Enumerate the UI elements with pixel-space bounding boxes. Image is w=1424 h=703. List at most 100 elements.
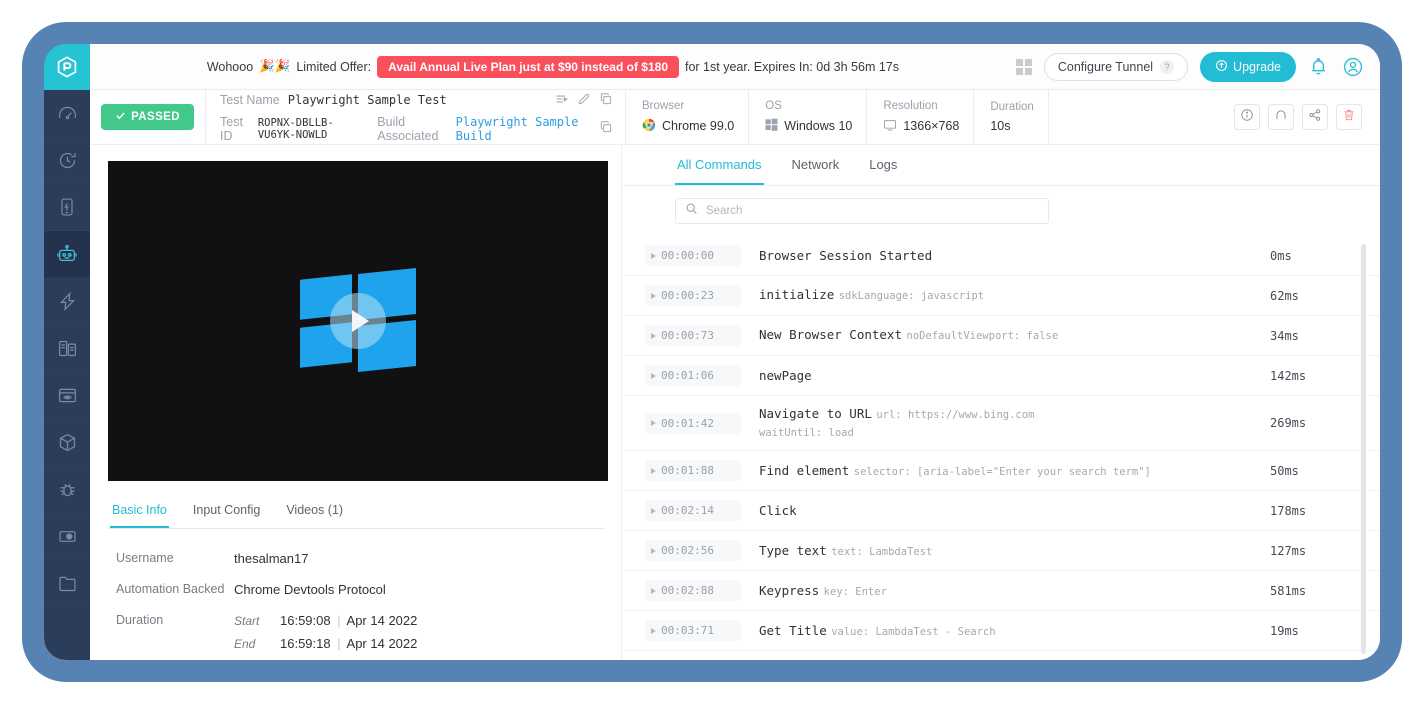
duration-meta-cell: Duration 10s	[974, 90, 1048, 144]
search-input[interactable]	[706, 205, 1039, 217]
expand-caret-icon[interactable]	[651, 420, 656, 426]
end-value: 16:59:18 | Apr 14 2022	[280, 636, 417, 651]
help-icon[interactable]: ?	[1160, 60, 1174, 74]
copy-icon[interactable]	[599, 120, 613, 137]
command-time[interactable]: 00:00:73	[645, 325, 741, 346]
os-value-wrap: Windows 10	[765, 118, 852, 134]
start-time: 16:59:08	[280, 613, 331, 628]
delete-button[interactable]	[1336, 104, 1362, 130]
sidebar-item-projects[interactable]	[44, 560, 90, 607]
expand-caret-icon[interactable]	[651, 333, 656, 339]
table-row[interactable]: 00:03:71 Get Title value: LambdaTest - S…	[623, 611, 1380, 651]
arc-button[interactable]	[1268, 104, 1294, 130]
test-id-row: Test ID ROPNX-DBLLB-VU6YK-NOWLD Build As…	[220, 115, 613, 143]
party-popper-icon: 🎉🎉	[259, 59, 290, 74]
user-avatar-icon[interactable]	[1342, 56, 1364, 78]
list-arrow-icon[interactable]	[555, 92, 569, 109]
time-label: 00:02:56	[661, 544, 714, 557]
command-time[interactable]: 00:00:00	[645, 245, 741, 266]
bell-icon[interactable]	[1308, 56, 1330, 78]
command-time[interactable]: 00:01:88	[645, 460, 741, 481]
table-row[interactable]: 00:02:88 Keypress key: Enter 581ms	[623, 571, 1380, 611]
lambdatest-logo[interactable]	[44, 44, 90, 90]
sidebar-item-test-manager[interactable]	[44, 325, 90, 372]
command-time[interactable]: 00:01:42	[645, 413, 741, 434]
apps-grid-icon[interactable]	[1016, 59, 1032, 75]
tab-all-commands[interactable]: All Commands	[675, 145, 764, 185]
resolution-meta-cell: Resolution 1366×768	[867, 90, 974, 144]
command-time[interactable]: 00:00:23	[645, 285, 741, 306]
command-body: initialize sdkLanguage: javascript	[741, 286, 1270, 304]
expand-caret-icon[interactable]	[651, 588, 656, 594]
table-row[interactable]: 00:01:88 Find element selector: [aria-la…	[623, 451, 1380, 491]
command-body: Keypress key: Enter	[741, 582, 1270, 600]
sidebar-item-integrations[interactable]	[44, 419, 90, 466]
windows-icon	[765, 118, 778, 134]
table-row[interactable]: 00:01:06 newPage 142ms	[623, 356, 1380, 396]
command-body: Get Title value: LambdaTest - Search	[741, 622, 1270, 640]
table-row[interactable]: 00:00:23 initialize sdkLanguage: javascr…	[623, 276, 1380, 316]
expand-caret-icon[interactable]	[651, 628, 656, 634]
command-title: Keypress	[759, 583, 819, 598]
tab-logs[interactable]: Logs	[867, 145, 899, 185]
sidebar-item-hyperexecute[interactable]	[44, 278, 90, 325]
table-row[interactable]: 00:04:01 Run Javascript expression: => {…	[623, 651, 1380, 660]
table-row[interactable]: 00:00:00 Browser Session Started 0ms	[623, 236, 1380, 276]
time-label: 00:01:06	[661, 369, 714, 382]
command-time[interactable]: 00:02:14	[645, 500, 741, 521]
command-title: Find element	[759, 463, 849, 478]
info-circle-icon	[1240, 108, 1254, 127]
duration-values: Start 16:59:08 | Apr 14 2022 End 16:59:1…	[234, 613, 417, 651]
command-sub: key: Enter	[824, 586, 887, 598]
command-time[interactable]: 00:03:71	[645, 620, 741, 641]
expand-caret-icon[interactable]	[651, 293, 656, 299]
expand-caret-icon[interactable]	[651, 253, 656, 259]
sidebar-item-compare[interactable]	[44, 513, 90, 560]
expand-caret-icon[interactable]	[651, 508, 656, 514]
pencil-icon[interactable]	[577, 92, 591, 109]
sidebar-item-automation[interactable]	[44, 231, 90, 278]
expand-caret-icon[interactable]	[651, 468, 656, 474]
promo-offer-pill[interactable]: Avail Annual Live Plan just at $90 inste…	[377, 56, 679, 78]
expand-caret-icon[interactable]	[651, 548, 656, 554]
command-title: newPage	[759, 368, 812, 383]
command-time[interactable]: 00:01:06	[645, 365, 741, 386]
sidebar-item-smart-visual[interactable]	[44, 372, 90, 419]
configure-tunnel-button[interactable]: Configure Tunnel ?	[1044, 53, 1188, 81]
sidebar-item-dashboard[interactable]	[44, 90, 90, 137]
time-label: 00:02:88	[661, 584, 714, 597]
table-row[interactable]: 00:01:42 Navigate to URL url: https://ww…	[623, 396, 1380, 451]
copy-icon[interactable]	[599, 92, 613, 109]
status-label: PASSED	[131, 111, 180, 123]
command-body: Type text text: LambdaTest	[741, 542, 1270, 560]
tab-network[interactable]: Network	[790, 145, 842, 185]
commands-scrollbar[interactable]	[1361, 244, 1366, 654]
test-name-label: Test Name	[220, 93, 280, 107]
tab-input-config[interactable]: Input Config	[191, 497, 262, 528]
info-button[interactable]	[1234, 104, 1260, 130]
info-row-automation: Automation Backed Chrome Devtools Protoc…	[108, 574, 605, 605]
table-row[interactable]: 00:02:56 Type text text: LambdaTest 127m…	[623, 531, 1380, 571]
command-time[interactable]: 00:02:56	[645, 540, 741, 561]
table-row[interactable]: 00:02:14 Click 178ms	[623, 491, 1380, 531]
sidebar-item-app-testing[interactable]	[44, 184, 90, 231]
test-detail-panel: Basic Info Input Config Videos (1) Usern…	[90, 145, 622, 660]
command-time[interactable]: 00:02:88	[645, 580, 741, 601]
cube-icon	[57, 432, 78, 453]
tab-videos[interactable]: Videos (1)	[284, 497, 345, 528]
expand-caret-icon[interactable]	[651, 373, 656, 379]
commands-tabs: All Commands Network Logs	[623, 145, 1380, 186]
end-time: 16:59:18	[280, 636, 331, 651]
build-link[interactable]: Playwright Sample Build	[456, 115, 583, 143]
sidebar-item-issue-tracker[interactable]	[44, 466, 90, 513]
sidebar-item-realtime[interactable]	[44, 137, 90, 184]
table-row[interactable]: 00:00:73 New Browser Context noDefaultVi…	[623, 316, 1380, 356]
play-icon[interactable]	[330, 293, 386, 349]
tab-basic-info[interactable]: Basic Info	[110, 497, 169, 528]
upgrade-button[interactable]: Upgrade	[1200, 52, 1296, 82]
search-box[interactable]	[675, 198, 1049, 224]
start-date: Apr 14 2022	[347, 613, 418, 628]
test-name-value: Playwright Sample Test	[288, 93, 447, 107]
share-button[interactable]	[1302, 104, 1328, 130]
test-video-player[interactable]	[108, 161, 608, 481]
